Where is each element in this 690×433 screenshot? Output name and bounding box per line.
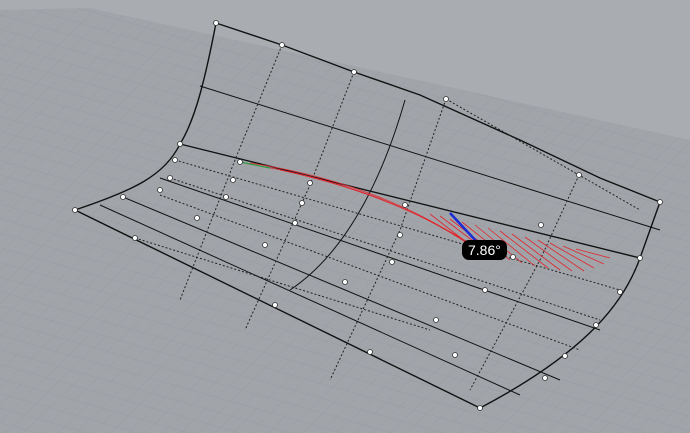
rhino-perspective-viewport[interactable]: 7.86° [0,0,690,433]
viewport-canvas[interactable] [0,0,690,433]
angle-readout: 7.86° [462,240,507,260]
construction-grid [0,8,690,433]
